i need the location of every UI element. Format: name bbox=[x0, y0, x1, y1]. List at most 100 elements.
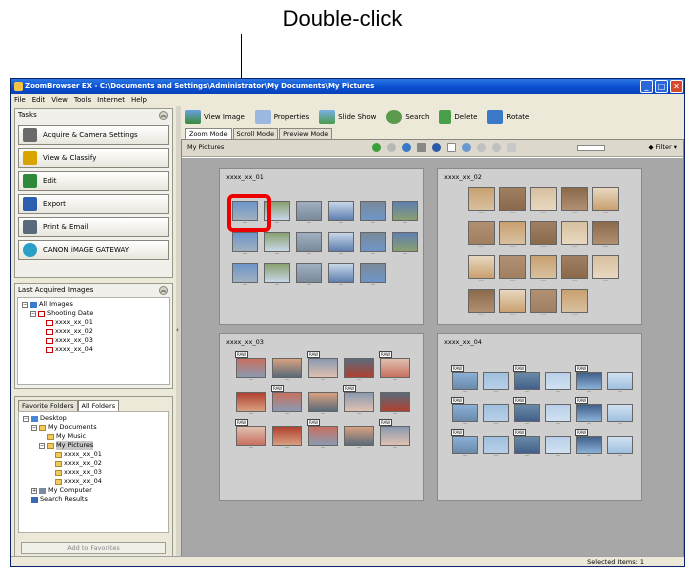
refresh-icon[interactable] bbox=[492, 143, 501, 152]
tree-date-item[interactable]: xxxx_xx_04 bbox=[22, 345, 165, 354]
image-thumbnail[interactable]: ···· bbox=[360, 201, 386, 226]
image-thumbnail[interactable]: ···· bbox=[296, 201, 322, 226]
image-thumbnail[interactable]: RAW ···· bbox=[307, 351, 338, 383]
image-thumbnail[interactable]: RAW ···· bbox=[379, 419, 410, 451]
tree-shooting-date[interactable]: − Shooting Date bbox=[22, 309, 165, 318]
properties-button[interactable]: Properties bbox=[254, 110, 309, 124]
image-thumbnail[interactable]: ···· bbox=[499, 289, 526, 318]
collapse-icon[interactable]: ︽ bbox=[159, 286, 168, 295]
image-thumbnail[interactable]: ···· bbox=[483, 372, 509, 395]
tree-my-pictures[interactable]: − My Pictures bbox=[23, 441, 164, 450]
image-thumbnail[interactable]: RAW ···· bbox=[513, 365, 540, 395]
image-thumbnail[interactable]: ···· bbox=[499, 255, 526, 284]
tree-my-computer[interactable]: + My Computer bbox=[23, 486, 164, 495]
zoom-slider[interactable] bbox=[577, 145, 605, 151]
rotate-button[interactable]: Rotate bbox=[487, 110, 529, 124]
image-thumbnail[interactable]: ···· bbox=[360, 232, 386, 257]
select-pointer-icon[interactable] bbox=[447, 143, 456, 152]
menu-internet[interactable]: Internet bbox=[97, 94, 125, 106]
minimize-button[interactable]: _ bbox=[640, 80, 653, 93]
image-thumbnail[interactable]: ···· bbox=[592, 221, 619, 250]
image-thumbnail[interactable]: ···· bbox=[545, 372, 571, 395]
image-thumbnail[interactable]: RAW ···· bbox=[451, 397, 478, 427]
image-thumbnail[interactable]: ···· bbox=[392, 232, 418, 257]
image-thumbnail[interactable]: ···· bbox=[232, 263, 258, 288]
view-image-button[interactable]: View Image bbox=[185, 110, 245, 124]
image-thumbnail[interactable]: RAW ···· bbox=[575, 429, 602, 459]
image-thumbnail[interactable]: RAW ···· bbox=[575, 397, 602, 427]
fit-icon[interactable] bbox=[507, 143, 516, 152]
menu-view[interactable]: View bbox=[51, 94, 68, 106]
image-thumbnail[interactable]: ···· bbox=[530, 221, 557, 250]
menu-help[interactable]: Help bbox=[131, 94, 147, 106]
image-thumbnail[interactable]: ···· bbox=[592, 255, 619, 284]
image-thumbnail[interactable]: ···· bbox=[264, 263, 290, 288]
task-print-email[interactable]: Print & Email bbox=[18, 217, 169, 237]
image-thumbnail[interactable]: ···· bbox=[545, 436, 571, 459]
tab-favorite-folders[interactable]: Favorite Folders bbox=[18, 400, 78, 411]
image-thumbnail[interactable]: ···· bbox=[483, 436, 509, 459]
image-thumbnail[interactable]: ···· bbox=[607, 372, 633, 395]
tree-my-documents[interactable]: − My Documents bbox=[23, 423, 164, 432]
image-thumbnail[interactable]: RAW ···· bbox=[513, 429, 540, 459]
collapse-icon[interactable]: ︽ bbox=[159, 111, 168, 120]
image-thumbnail[interactable]: RAW ···· bbox=[307, 419, 338, 451]
maximize-button[interactable]: □ bbox=[655, 80, 668, 93]
tab-all-folders[interactable]: All Folders bbox=[77, 400, 120, 411]
image-group[interactable]: xxxx_xx_03 RAW ···· ···· RAW ···· ···· RAW ····… bbox=[219, 333, 424, 501]
tree-all-images[interactable]: − All Images bbox=[22, 300, 165, 309]
view-options-icon[interactable] bbox=[417, 143, 426, 152]
search-button[interactable]: Search bbox=[386, 110, 429, 124]
tree-subfolder[interactable]: xxxx_xx_03 bbox=[23, 468, 164, 477]
image-thumbnail[interactable]: RAW ···· bbox=[513, 397, 540, 427]
image-thumbnail[interactable]: ···· bbox=[499, 187, 526, 216]
tree-desktop[interactable]: − Desktop bbox=[23, 414, 164, 423]
back-icon[interactable] bbox=[372, 143, 381, 152]
image-thumbnail[interactable]: ···· bbox=[380, 392, 410, 417]
image-thumbnail[interactable]: ···· bbox=[360, 263, 386, 288]
slide-show-button[interactable]: Slide Show bbox=[319, 110, 376, 124]
image-thumbnail[interactable]: ···· bbox=[468, 187, 495, 216]
image-thumbnail[interactable]: ···· bbox=[296, 263, 322, 288]
task-view-classify[interactable]: View & Classify bbox=[18, 148, 169, 168]
image-thumbnail[interactable]: ···· bbox=[344, 358, 374, 383]
image-thumbnail[interactable]: ···· bbox=[545, 404, 571, 427]
image-thumbnail[interactable]: RAW ···· bbox=[343, 385, 374, 417]
image-thumbnail[interactable]: ···· bbox=[236, 392, 266, 417]
forward-icon[interactable] bbox=[387, 143, 396, 152]
tree-subfolder[interactable]: xxxx_xx_04 bbox=[23, 477, 164, 486]
tree-date-item[interactable]: xxxx_xx_03 bbox=[22, 336, 165, 345]
image-thumbnail[interactable]: ···· bbox=[344, 426, 374, 451]
close-button[interactable]: ✕ bbox=[670, 80, 683, 93]
image-thumbnail[interactable]: ···· bbox=[561, 221, 588, 250]
image-thumbnail[interactable]: ···· bbox=[264, 232, 290, 257]
add-to-favorites-button[interactable]: Add to Favorites bbox=[21, 542, 166, 554]
image-thumbnail[interactable]: ···· bbox=[530, 187, 557, 216]
image-thumbnail[interactable]: RAW ···· bbox=[451, 365, 478, 395]
tree-my-music[interactable]: My Music bbox=[23, 432, 164, 441]
image-thumbnail[interactable]: ···· bbox=[561, 255, 588, 284]
task-acquire[interactable]: Acquire & Camera Settings bbox=[18, 125, 169, 145]
image-thumbnail[interactable]: ···· bbox=[328, 201, 354, 226]
image-thumbnail[interactable]: RAW ···· bbox=[379, 351, 410, 383]
menu-file[interactable]: File bbox=[14, 94, 26, 106]
task-gateway[interactable]: CANON iMAGE GATEWAY bbox=[18, 240, 169, 260]
info-icon[interactable] bbox=[432, 143, 441, 152]
tab-zoom-mode[interactable]: Zoom Mode bbox=[185, 128, 232, 139]
image-thumbnail[interactable]: ···· bbox=[483, 404, 509, 427]
image-thumbnail[interactable]: ···· bbox=[272, 426, 302, 451]
zoom-in-icon[interactable] bbox=[462, 143, 471, 152]
image-thumbnail[interactable]: ···· bbox=[328, 263, 354, 288]
tree-subfolder[interactable]: xxxx_xx_01 bbox=[23, 450, 164, 459]
image-thumbnail[interactable]: ···· bbox=[272, 358, 302, 383]
collapse-arrow-icon[interactable]: ‹ bbox=[176, 326, 179, 334]
task-edit[interactable]: Edit bbox=[18, 171, 169, 191]
image-thumbnail[interactable]: RAW ···· bbox=[235, 351, 266, 383]
tree-date-item[interactable]: xxxx_xx_02 bbox=[22, 327, 165, 336]
image-thumbnail[interactable]: ···· bbox=[308, 392, 338, 417]
image-thumbnail[interactable]: RAW ···· bbox=[271, 385, 302, 417]
image-thumbnail[interactable]: ···· bbox=[607, 436, 633, 459]
image-thumbnail[interactable]: RAW ···· bbox=[575, 365, 602, 395]
tab-preview-mode[interactable]: Preview Mode bbox=[279, 128, 333, 139]
menu-edit[interactable]: Edit bbox=[32, 94, 46, 106]
